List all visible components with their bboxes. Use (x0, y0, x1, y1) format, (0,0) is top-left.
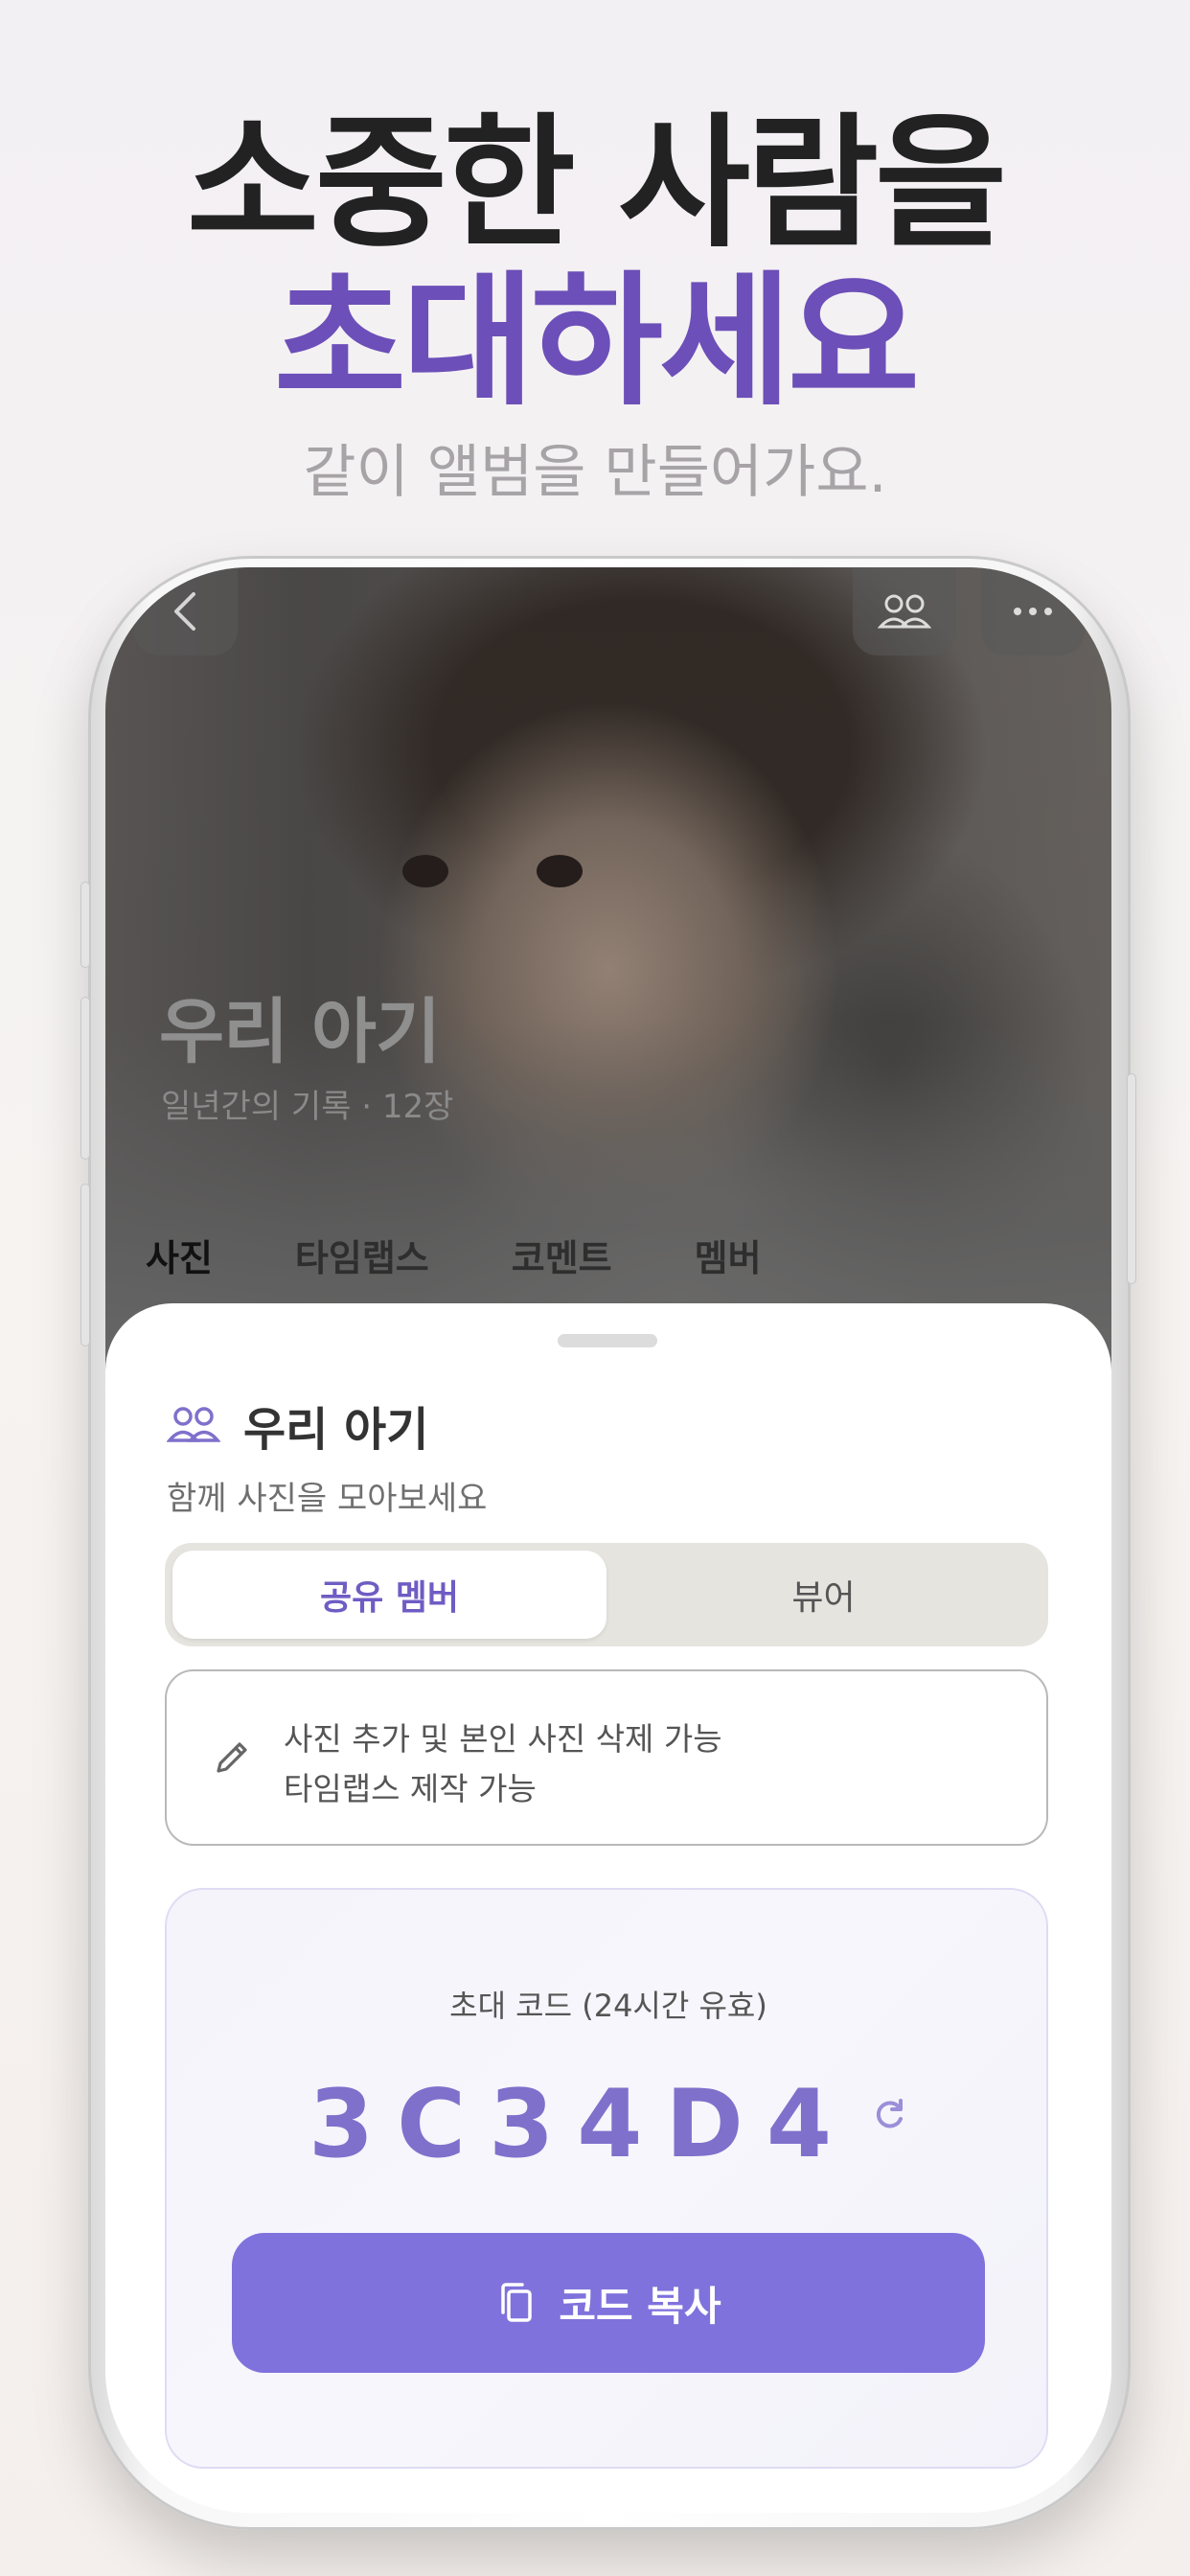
chevron-left-icon (174, 592, 195, 631)
segment-viewer[interactable]: 뷰어 (606, 1551, 1041, 1639)
headline-line1: 소중한 사람을 (186, 101, 1007, 267)
phone-volume-up-button (80, 997, 90, 1160)
sheet-subtitle: 함께 사진을 모아보세요 (167, 1480, 488, 1518)
copy-code-label: 코드 복사 (559, 2282, 721, 2330)
album-subtitle: 일년간의 기록 · 12장 (161, 1088, 454, 1126)
segment-shared-member[interactable]: 공유 멤버 (172, 1551, 606, 1639)
permission-description-card: 사진 추가 및 본인 사진 삭제 가능 타임랩스 제작 가능 (165, 1669, 1048, 1846)
pencil-icon (217, 1742, 247, 1773)
phone-volume-down-button (80, 1184, 90, 1346)
copy-icon (501, 2283, 533, 2322)
album-tabs: 사진 타임랩스 코멘트 멤버 (146, 1229, 844, 1281)
phone-power-button (1127, 1073, 1136, 1284)
phone-screen: 우리 아기 일년간의 기록 · 12장 사진 타임랩스 코멘트 멤버 우리 아기… (105, 567, 1111, 2513)
invite-code-row: 3C34D4 (167, 2070, 1050, 2179)
album-title: 우리 아기 (159, 991, 441, 1073)
tab-photos[interactable]: 사진 (146, 1229, 213, 1281)
more-button[interactable] (981, 567, 1085, 656)
tab-comments[interactable]: 코멘트 (512, 1229, 612, 1281)
refresh-icon[interactable] (870, 2096, 908, 2134)
sheet-title: 우리 아기 (243, 1403, 429, 1457)
permission-line: 사진 추가 및 본인 사진 삭제 가능 (284, 1720, 722, 1758)
tab-members[interactable]: 멤버 (695, 1229, 762, 1281)
more-horizontal-icon (1014, 608, 1052, 615)
headline-subtitle: 같이 앨범을 만들어가요. (303, 439, 887, 506)
invite-code-card: 초대 코드 (24시간 유효) 3C34D4 코드 복사 (165, 1888, 1048, 2469)
invite-code: 3C34D4 (308, 2070, 856, 2179)
sheet-grabber[interactable] (558, 1334, 657, 1347)
invite-bottom-sheet: 우리 아기 함께 사진을 모아보세요 공유 멤버 뷰어 사진 추가 및 본인 사… (105, 1303, 1111, 2513)
permission-line: 타임랩스 제작 가능 (284, 1770, 537, 1807)
tab-timelapse[interactable]: 타임랩스 (295, 1229, 429, 1281)
phone-side-button (80, 882, 90, 968)
invite-code-label: 초대 코드 (24시간 유효) (449, 1988, 767, 2024)
people-icon (167, 1407, 220, 1442)
people-icon (878, 594, 931, 629)
promo-headline: 소중한 사람을 초대하세요 같이 앨범을 만들어가요. (0, 101, 1190, 507)
members-button[interactable] (853, 567, 956, 656)
role-segmented-control: 공유 멤버 뷰어 (165, 1543, 1048, 1646)
copy-code-button[interactable]: 코드 복사 (232, 2233, 985, 2373)
back-button[interactable] (134, 567, 238, 656)
headline-line2: 초대하세요 (273, 259, 920, 426)
sheet-header: 우리 아기 (167, 1392, 428, 1459)
